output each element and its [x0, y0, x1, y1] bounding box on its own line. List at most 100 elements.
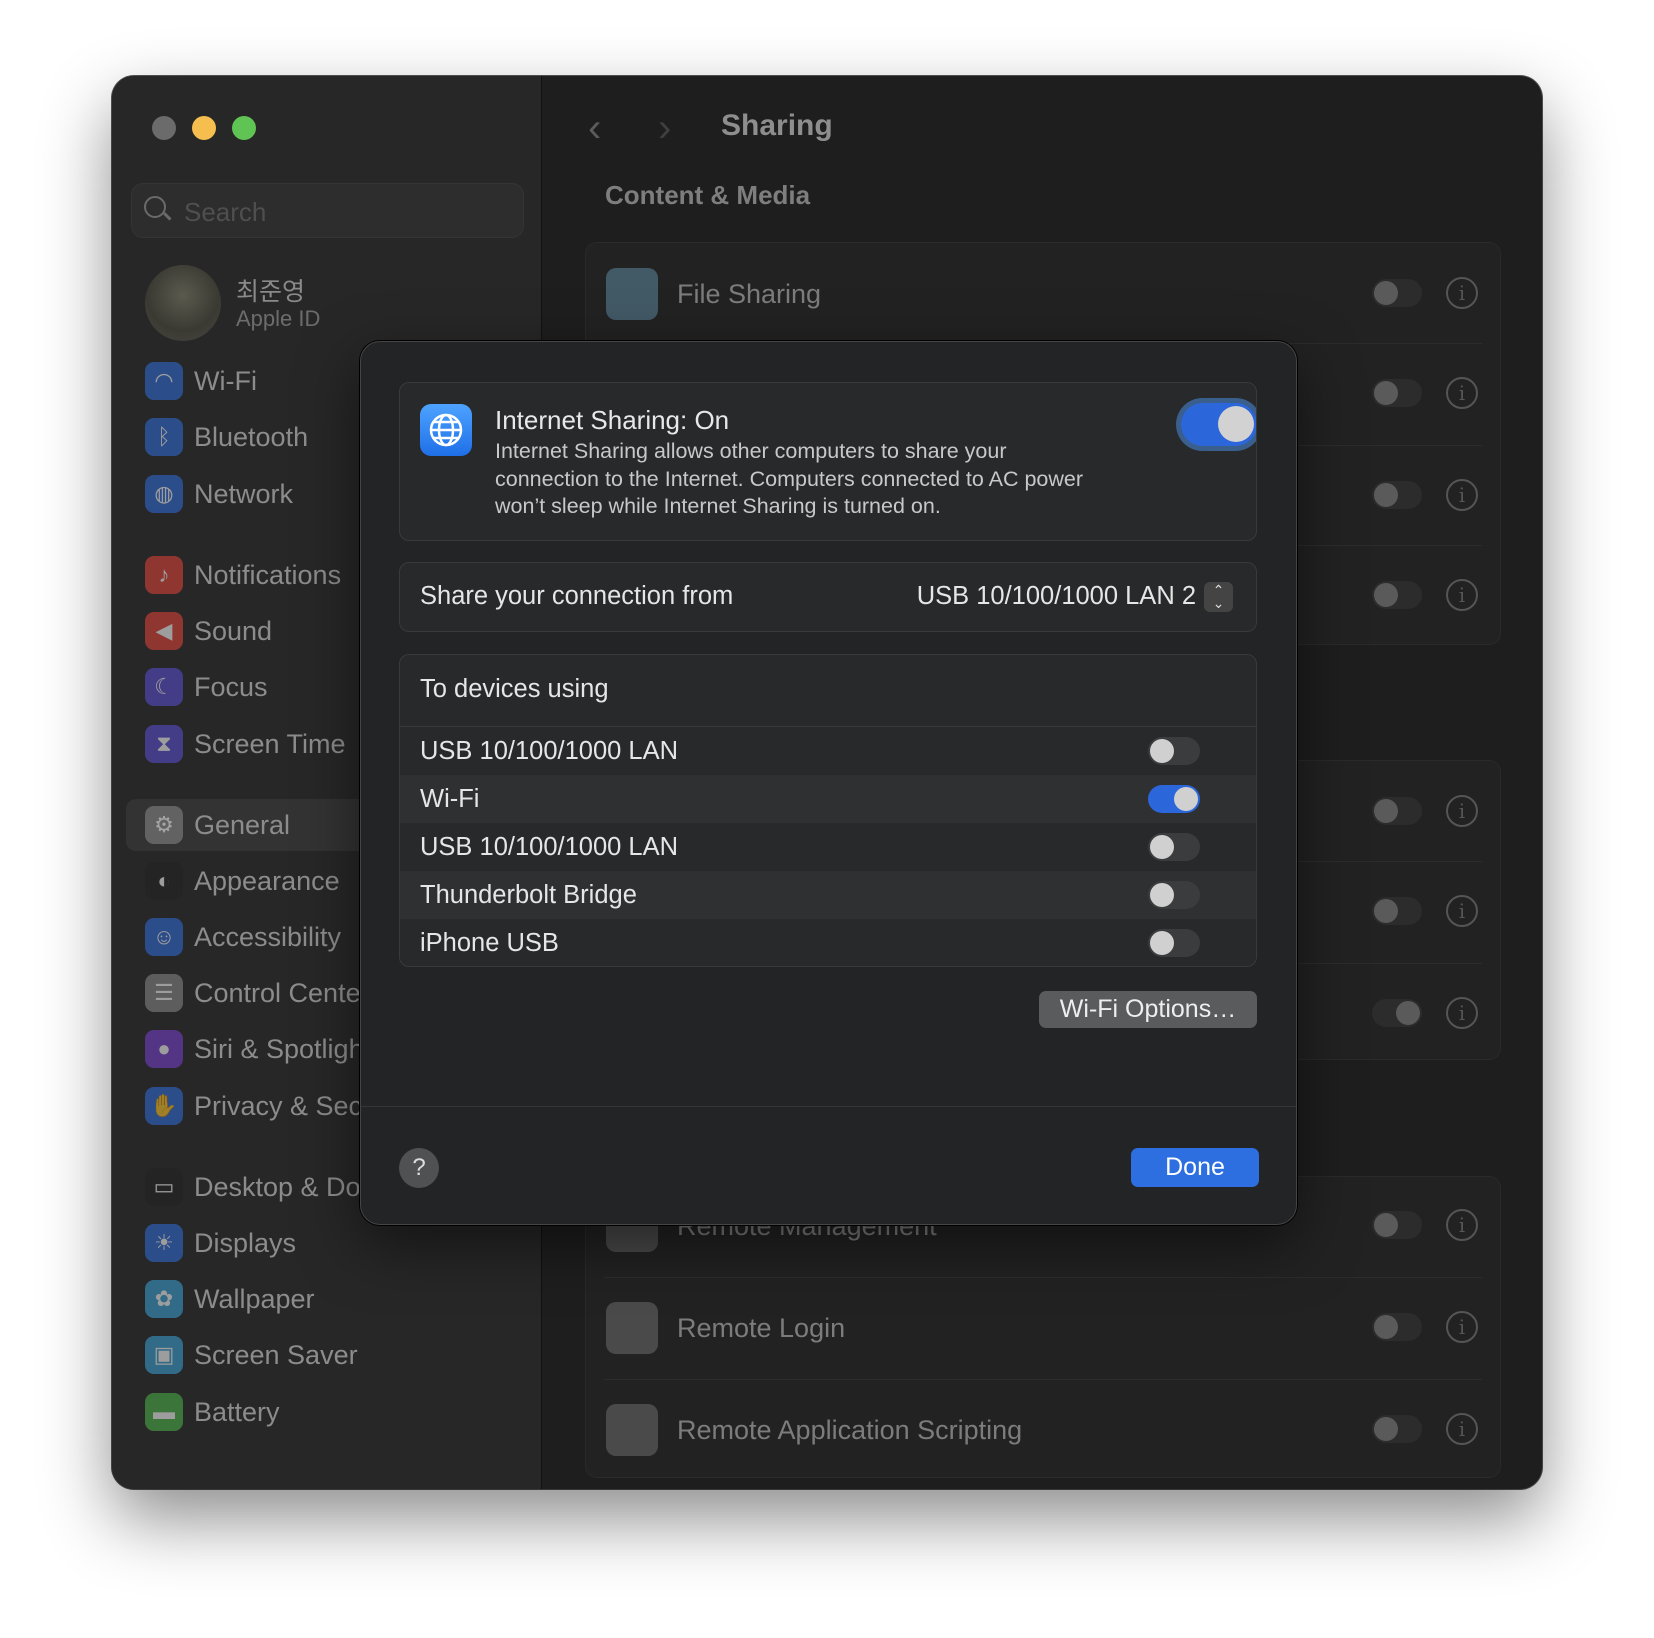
flower-icon: ✿	[145, 1280, 183, 1318]
globe-icon	[420, 404, 472, 456]
share-from-select[interactable]: USB 10/100/1000 LAN 2	[917, 582, 1196, 611]
row-label: File Sharing	[677, 279, 822, 309]
info-icon[interactable]: i	[1446, 579, 1478, 611]
help-button[interactable]: ?	[399, 1148, 439, 1188]
toggle[interactable]	[1372, 797, 1422, 825]
device-label: iPhone USB	[420, 929, 559, 957]
bell-icon: ♪	[145, 556, 183, 594]
speaker-icon: ◀	[145, 612, 183, 650]
sun-icon: ☀	[145, 1224, 183, 1262]
globe-icon: ◍	[145, 475, 183, 513]
wifi-options-button[interactable]: Wi-Fi Options…	[1039, 991, 1257, 1028]
script-icon	[606, 1404, 658, 1456]
sidebar-item-label: Displays	[194, 1228, 297, 1258]
device-row: USB 10/100/1000 LAN	[400, 727, 1256, 775]
device-label: Thunderbolt Bridge	[420, 881, 637, 909]
zoom-button[interactable]	[232, 116, 256, 140]
sidebar-item-label: Network	[194, 479, 294, 509]
toggle[interactable]	[1372, 999, 1422, 1027]
accessibility-icon: ☺	[145, 918, 183, 956]
share-from-card: Share your connection from USB 10/100/10…	[399, 562, 1257, 632]
hand-icon: ✋	[145, 1087, 183, 1125]
internet-sharing-card: Internet Sharing: On Internet Sharing al…	[399, 382, 1257, 541]
toggle[interactable]	[1372, 481, 1422, 509]
minimize-button[interactable]	[192, 116, 216, 140]
hourglass-icon: ⧗	[145, 725, 183, 763]
sidebar-item-label: Wallpaper	[194, 1284, 315, 1314]
sidebar-item-label: Screen Time	[194, 729, 346, 759]
page-title: Sharing	[721, 109, 833, 142]
info-icon[interactable]: i	[1446, 377, 1478, 409]
remote-scripting-toggle[interactable]	[1372, 1415, 1422, 1443]
apple-id-label[interactable]: Apple ID	[236, 306, 320, 332]
device-toggle[interactable]	[1148, 929, 1200, 957]
device-row: Wi-Fi	[400, 775, 1256, 823]
user-name[interactable]: 최준영	[236, 272, 305, 308]
internet-sharing-dialog: Internet Sharing: On Internet Sharing al…	[360, 341, 1297, 1225]
sidebar-item-label: Sound	[194, 616, 273, 646]
dialog-description: Internet Sharing allows other computers …	[495, 439, 1084, 518]
sidebar-item-battery[interactable]: ▬ Battery	[132, 1386, 532, 1438]
folder-icon	[606, 268, 658, 320]
device-row: iPhone USB	[400, 919, 1256, 966]
battery-icon: ▬	[145, 1393, 183, 1431]
share-from-label: Share your connection from	[420, 582, 734, 610]
terminal-icon	[606, 1302, 658, 1354]
sidebar-item-screen-saver[interactable]: ▣ Screen Saver	[132, 1329, 532, 1381]
devices-card: To devices using USB 10/100/1000 LAN Wi-F…	[399, 654, 1257, 967]
info-icon[interactable]: i	[1446, 895, 1478, 927]
sidebar-item-label: Focus	[194, 672, 268, 702]
device-label: USB 10/100/1000 LAN	[420, 833, 679, 861]
screen-saver-icon: ▣	[145, 1336, 183, 1374]
file-sharing-toggle[interactable]	[1372, 279, 1422, 307]
control-center-icon: ☰	[145, 974, 183, 1012]
remote-management-toggle[interactable]	[1372, 1211, 1422, 1239]
row-label: Remote Application Scripting	[677, 1415, 1023, 1445]
toggle[interactable]	[1372, 379, 1422, 407]
siri-icon: ●	[145, 1030, 183, 1068]
device-toggle[interactable]	[1148, 785, 1200, 813]
dialog-title: Internet Sharing: On	[495, 405, 730, 435]
back-button[interactable]: ‹	[588, 106, 601, 151]
sidebar-item-label: Control Center	[194, 978, 370, 1008]
info-icon[interactable]: i	[1446, 795, 1478, 827]
toggle[interactable]	[1372, 581, 1422, 609]
info-icon[interactable]: i	[1446, 479, 1478, 511]
bluetooth-icon: ᛒ	[145, 418, 183, 456]
info-icon[interactable]: i	[1446, 1413, 1478, 1445]
sidebar-item-label: Desktop & Dock	[194, 1172, 388, 1202]
device-row: USB 10/100/1000 LAN	[400, 823, 1256, 871]
search-input[interactable]: Search	[131, 183, 524, 238]
device-toggle[interactable]	[1148, 737, 1200, 765]
device-label: Wi-Fi	[420, 785, 480, 813]
wifi-icon: ◠	[145, 362, 183, 400]
info-icon[interactable]: i	[1446, 997, 1478, 1029]
section-title: Content & Media	[605, 180, 811, 210]
avatar[interactable]	[145, 265, 221, 341]
forward-button[interactable]: ›	[658, 106, 671, 151]
sidebar-item-label: Wi-Fi	[194, 366, 257, 396]
device-toggle[interactable]	[1148, 881, 1200, 909]
toggle[interactable]	[1372, 897, 1422, 925]
divider	[361, 1106, 1296, 1107]
device-toggle[interactable]	[1148, 833, 1200, 861]
moon-icon: ☾	[145, 668, 183, 706]
info-icon[interactable]: i	[1446, 277, 1478, 309]
device-label: USB 10/100/1000 LAN	[420, 737, 679, 765]
done-button[interactable]: Done	[1131, 1148, 1259, 1187]
sidebar-item-label: Notifications	[194, 560, 342, 590]
sidebar-item-label: Screen Saver	[194, 1340, 358, 1370]
info-icon[interactable]: i	[1446, 1209, 1478, 1241]
sidebar-item-label: Accessibility	[194, 922, 342, 952]
dock-icon: ▭	[145, 1168, 183, 1206]
sidebar-item-wallpaper[interactable]: ✿ Wallpaper	[132, 1273, 532, 1325]
info-icon[interactable]: i	[1446, 1311, 1478, 1343]
gear-icon: ⚙	[145, 806, 183, 844]
search-icon	[144, 196, 166, 218]
search-placeholder: Search	[184, 197, 267, 227]
internet-sharing-toggle[interactable]	[1176, 398, 1256, 451]
list-item: File Sharing i	[586, 243, 1500, 344]
remote-login-toggle[interactable]	[1372, 1313, 1422, 1341]
close-button[interactable]	[152, 116, 176, 140]
chevron-up-down-icon[interactable]: ⌃ ⌄	[1204, 582, 1233, 612]
